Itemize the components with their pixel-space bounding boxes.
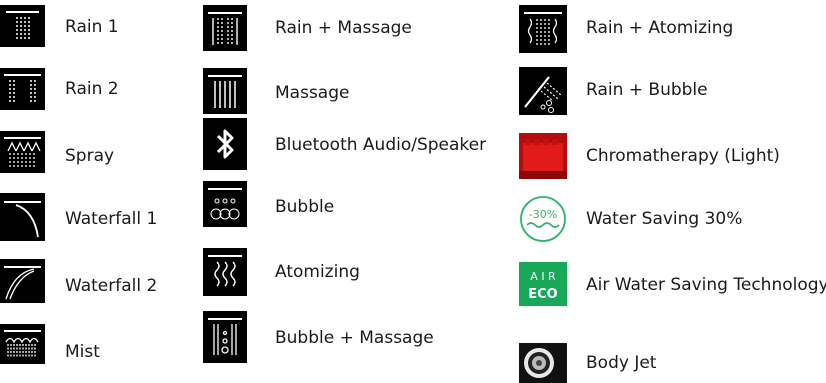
water-saving-badge: -30% (529, 208, 557, 221)
atomizing-icon (203, 248, 247, 296)
rain-atomizing-icon (519, 5, 567, 53)
mist-icon (0, 324, 45, 364)
air-eco-icon: A I R ECO (519, 262, 567, 306)
rain-bubble-label: Rain + Bubble (586, 80, 708, 100)
body-jet-icon (519, 343, 567, 383)
massage-icon (203, 68, 247, 114)
waterfall-2-icon (0, 259, 45, 303)
bubble-label: Bubble (275, 197, 335, 217)
chromatherapy-label: Chromatherapy (Light) (586, 146, 780, 166)
air-eco-badge-top: A I R (530, 270, 556, 283)
bubble-massage-icon (203, 311, 247, 363)
air-eco-badge-bottom: ECO (528, 287, 557, 302)
massage-label: Massage (275, 83, 350, 103)
mist-label: Mist (65, 342, 100, 362)
chromatherapy-icon (519, 133, 567, 179)
air-eco-label: Air Water Saving Technology (586, 275, 826, 295)
waterfall-1-icon (0, 193, 45, 241)
body-jet-label: Body Jet (586, 353, 657, 373)
bluetooth-icon (203, 118, 247, 170)
waterfall-2-label: Waterfall 2 (65, 276, 158, 296)
rain-2-label: Rain 2 (65, 79, 119, 99)
spray-label: Spray (65, 146, 115, 166)
rain-atomizing-label: Rain + Atomizing (586, 18, 734, 38)
rain-1-label: Rain 1 (65, 17, 119, 37)
bubble-massage-label: Bubble + Massage (275, 328, 434, 348)
rain-massage-label: Rain + Massage (275, 18, 412, 38)
spray-icon (0, 131, 45, 173)
rain-1-icon (0, 5, 45, 47)
water-saving-label: Water Saving 30% (586, 209, 743, 229)
atomizing-label: Atomizing (275, 262, 360, 282)
water-saving-icon: -30% (519, 195, 567, 243)
bluetooth-label: Bluetooth Audio/Speaker (275, 135, 487, 155)
rain-bubble-icon (519, 67, 567, 115)
rain-2-icon (0, 68, 45, 110)
rain-massage-icon (203, 5, 247, 51)
bubble-icon (203, 181, 247, 227)
waterfall-1-label: Waterfall 1 (65, 209, 158, 229)
